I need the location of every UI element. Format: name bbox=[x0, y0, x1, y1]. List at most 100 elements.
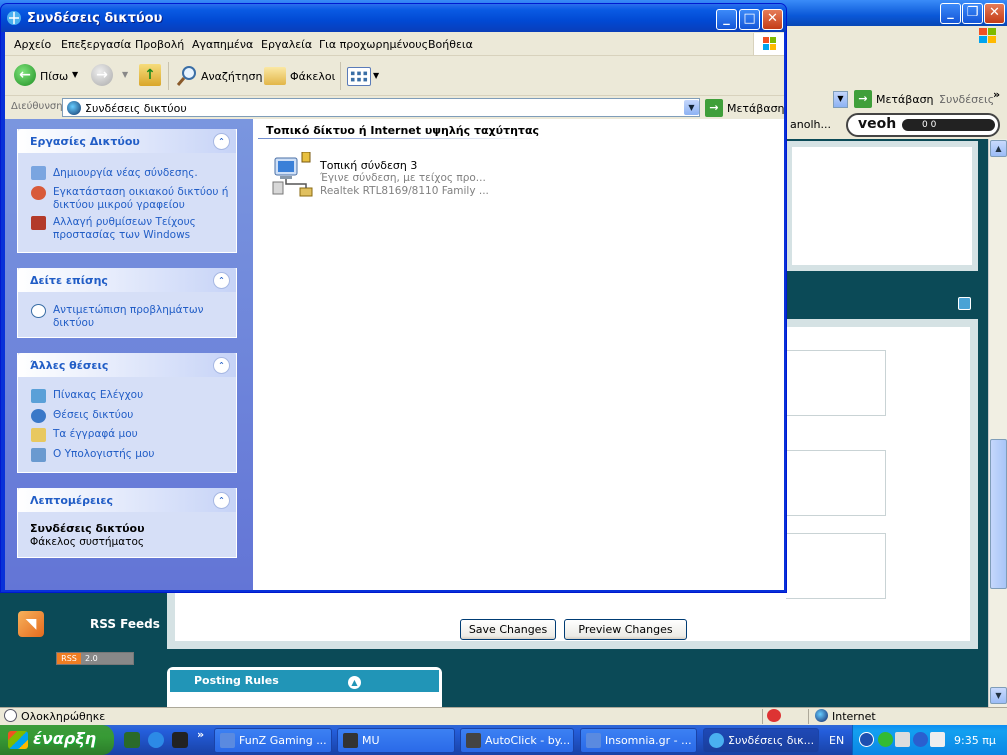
address-input[interactable]: Συνδέσεις δικτύου ▼ bbox=[62, 98, 700, 117]
menu-view[interactable]: Προβολή bbox=[135, 38, 184, 51]
menu-favorites[interactable]: Αγαπημένα bbox=[192, 38, 253, 51]
bg-toolbar-item[interactable]: anolh... bbox=[790, 118, 831, 131]
toolbar-separator bbox=[168, 62, 169, 90]
menu-help[interactable]: Βοήθεια bbox=[428, 38, 473, 51]
start-button[interactable]: έναρξη bbox=[0, 725, 114, 755]
place-control-panel[interactable]: Πίνακας Ελέγχου bbox=[53, 389, 233, 402]
network-tasks-title: Εργασίες Δικτύου bbox=[30, 135, 140, 148]
collapse-icon[interactable]: ⌃ bbox=[213, 492, 230, 509]
address-label: Διεύθυνση bbox=[11, 101, 63, 112]
taskbar-button-mu[interactable]: MU bbox=[337, 728, 455, 753]
rss-feeds-label[interactable]: RSS Feeds bbox=[90, 617, 160, 631]
taskbar-button-insomnia[interactable]: Insomnia.gr - ... bbox=[580, 728, 697, 753]
popup-blocked-icon[interactable] bbox=[767, 709, 781, 722]
status-text: Ολοκληρώθηκε bbox=[21, 710, 106, 723]
task-firewall-settings[interactable]: Αλλαγή ρυθμίσεων Τείχους προστασίας των … bbox=[53, 216, 233, 242]
veoh-toolbar[interactable]: veoh 0 0 bbox=[846, 113, 1000, 137]
rss-badge[interactable]: RSS 2.0 bbox=[56, 652, 134, 665]
go-button[interactable]: Μετάβαση bbox=[727, 102, 785, 115]
address-dropdown-icon[interactable]: ▼ bbox=[684, 100, 699, 115]
bg-links-label[interactable]: Συνδέσεις bbox=[939, 93, 994, 106]
views-dropdown-icon[interactable]: ▼ bbox=[373, 71, 379, 80]
scroll-down-button[interactable]: ▼ bbox=[990, 687, 1007, 704]
search-icon[interactable] bbox=[176, 65, 198, 87]
menu-edit[interactable]: Επεξεργασία bbox=[61, 38, 131, 51]
volume-icon[interactable] bbox=[930, 732, 945, 747]
folders-button[interactable]: Φάκελοι bbox=[290, 70, 335, 83]
maximize-button[interactable]: □ bbox=[739, 9, 760, 30]
menu-file[interactable]: Αρχείο bbox=[14, 38, 51, 51]
posting-rules-header[interactable]: Posting Rules bbox=[170, 670, 439, 692]
taskbar-button-autoclick[interactable]: AutoClick - by... bbox=[460, 728, 574, 753]
preview-changes-button[interactable]: Preview Changes bbox=[564, 619, 687, 640]
task-troubleshoot[interactable]: Αντιμετώπιση προβλημάτων δικτύου bbox=[53, 304, 233, 330]
back-dropdown-icon[interactable]: ▼ bbox=[72, 70, 78, 79]
see-also-header[interactable]: Δείτε επίσης ⌃ bbox=[18, 268, 236, 292]
toolbar-separator bbox=[340, 62, 341, 90]
lan-connection-icon[interactable] bbox=[270, 152, 314, 200]
forward-arrow-icon[interactable]: → bbox=[91, 64, 113, 86]
task-create-connection[interactable]: Δημιουργία νέας σύνδεσης. bbox=[53, 167, 233, 180]
tray-arrow-icon[interactable] bbox=[859, 732, 874, 747]
network-tasks-header[interactable]: Εργασίες Δικτύου ⌃ bbox=[18, 129, 236, 153]
windows-logo-icon bbox=[979, 28, 996, 43]
rss-icon[interactable]: ◥ bbox=[18, 611, 44, 637]
other-places-header[interactable]: Άλλες θέσεις ⌃ bbox=[18, 353, 236, 377]
folder-up-icon[interactable]: ↑ bbox=[139, 64, 161, 86]
taskbar-button-network-connections[interactable]: Συνδέσεις δικ... bbox=[703, 728, 819, 753]
collapse-icon[interactable]: ⌃ bbox=[213, 357, 230, 374]
back-button[interactable]: Πίσω bbox=[40, 70, 68, 83]
network-tray-icon[interactable] bbox=[913, 732, 928, 747]
window-titlebar[interactable]: Συνδέσεις δικτύου _ □ ✕ bbox=[1, 4, 786, 32]
collapse-icon[interactable]: ▲ bbox=[348, 676, 361, 689]
close-button[interactable]: ✕ bbox=[762, 9, 783, 30]
network-connections-window: Συνδέσεις δικτύου _ □ ✕ Αρχείο Επεξεργασ… bbox=[0, 3, 787, 593]
collapse-icon[interactable]: ⌃ bbox=[213, 133, 230, 150]
scroll-up-button[interactable]: ▲ bbox=[990, 140, 1007, 157]
details-name: Συνδέσεις δικτύου bbox=[30, 522, 145, 535]
taskbar: έναρξη » FunZ Gaming ... MU AutoClick - … bbox=[0, 725, 1007, 755]
vertical-scrollbar[interactable]: ▲ ▼ bbox=[988, 139, 1007, 707]
details-header[interactable]: Λεπτομέρειες ⌃ bbox=[18, 488, 236, 512]
place-my-documents[interactable]: Τα έγγραφά μου bbox=[53, 428, 233, 441]
bg-close-button[interactable]: ✕ bbox=[984, 3, 1005, 24]
minimize-button[interactable]: _ bbox=[716, 9, 737, 30]
place-my-computer[interactable]: Ο Υπολογιστής μου bbox=[53, 448, 233, 461]
menu-advanced[interactable]: Για προχωρημένους bbox=[319, 38, 428, 51]
back-arrow-icon[interactable]: ← bbox=[14, 64, 36, 86]
go-arrow-icon[interactable]: → bbox=[705, 99, 723, 117]
task-pane: Εργασίες Δικτύου ⌃ Δημιουργία νέας σύνδε… bbox=[5, 119, 253, 590]
task-home-network[interactable]: Εγκατάσταση οικιακού δικτύου ή δικτύου μ… bbox=[53, 186, 233, 212]
tray-app-icon[interactable] bbox=[895, 732, 910, 747]
views-icon[interactable] bbox=[347, 67, 371, 86]
my-computer-icon bbox=[31, 448, 46, 462]
game-launcher-icon[interactable] bbox=[172, 732, 188, 748]
forward-dropdown-icon[interactable]: ▼ bbox=[122, 70, 128, 79]
folders-icon[interactable] bbox=[264, 67, 286, 85]
home-network-icon bbox=[31, 186, 46, 200]
see-also-title: Δείτε επίσης bbox=[30, 274, 108, 287]
see-also-panel: Δείτε επίσης ⌃ Αντιμετώπιση προβλημάτων … bbox=[17, 268, 237, 338]
connection-device: Realtek RTL8169/8110 Family ... bbox=[320, 185, 489, 197]
menu-tools[interactable]: Εργαλεία bbox=[261, 38, 312, 51]
bg-address-dropdown[interactable]: ▼ bbox=[833, 91, 848, 108]
language-indicator[interactable]: EN bbox=[829, 734, 844, 747]
window-title: Συνδέσεις δικτύου bbox=[27, 11, 163, 26]
bg-minimize-button[interactable]: _ bbox=[940, 3, 961, 24]
collapse-icon[interactable] bbox=[958, 297, 971, 310]
search-button[interactable]: Αναζήτηση bbox=[201, 70, 262, 83]
taskbar-button-funz[interactable]: FunZ Gaming ... bbox=[214, 728, 332, 753]
save-changes-button[interactable]: Save Changes bbox=[460, 619, 556, 640]
quicklaunch-more-icon[interactable]: » bbox=[197, 728, 204, 741]
bg-chevron-icon[interactable]: » bbox=[993, 88, 1000, 101]
bg-restore-button[interactable]: ❐ bbox=[962, 3, 983, 24]
bg-go-button[interactable]: Μετάβαση bbox=[876, 93, 934, 106]
internet-explorer-icon[interactable] bbox=[148, 732, 164, 748]
place-network-places[interactable]: Θέσεις δικτύου bbox=[53, 409, 233, 422]
quicklaunch-app-icon[interactable] bbox=[124, 732, 140, 748]
collapse-icon[interactable]: ⌃ bbox=[213, 272, 230, 289]
scroll-thumb[interactable] bbox=[990, 439, 1007, 589]
messenger-icon[interactable] bbox=[878, 732, 893, 747]
connection-name[interactable]: Τοπική σύνδεση 3 bbox=[320, 159, 417, 172]
bg-go-arrow-icon[interactable]: → bbox=[854, 90, 872, 108]
